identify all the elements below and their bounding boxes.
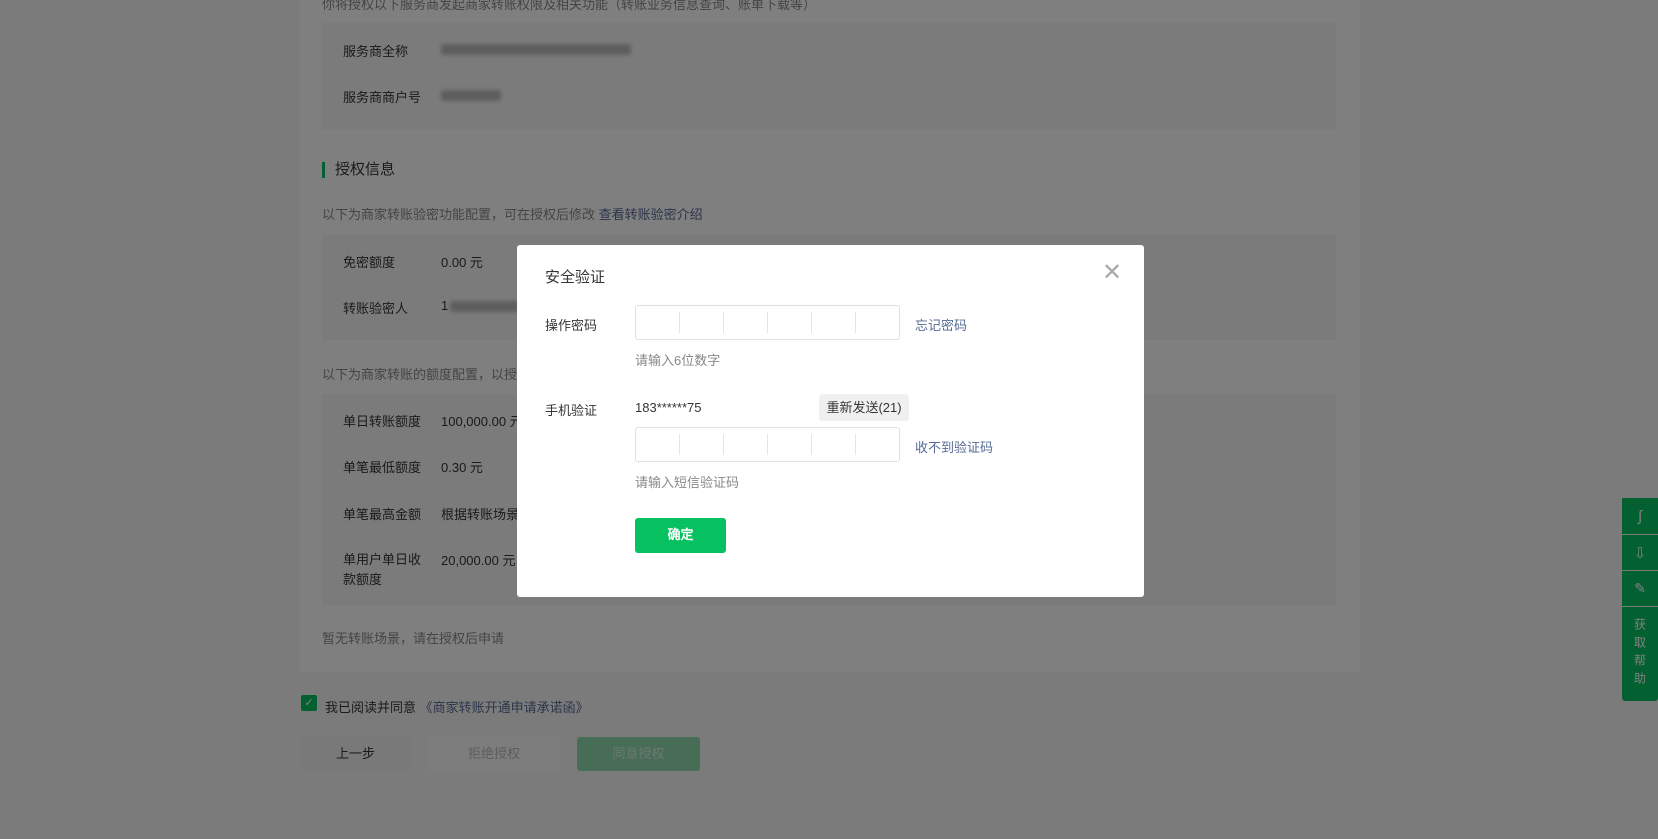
- close-icon[interactable]: ✕: [1102, 261, 1122, 285]
- resend-button[interactable]: 重新发送(21): [819, 394, 909, 421]
- phone-label: 手机验证: [545, 403, 598, 418]
- no-code-link[interactable]: 收不到验证码: [915, 437, 993, 456]
- sms-hint: 请输入短信验证码: [635, 475, 740, 490]
- password-input[interactable]: [635, 305, 900, 340]
- forgot-password-link[interactable]: 忘记密码: [915, 315, 967, 334]
- password-label: 操作密码: [545, 318, 598, 333]
- password-hint: 请输入6位数字: [635, 353, 721, 368]
- dialog-title: 安全验证: [545, 269, 606, 286]
- confirm-button[interactable]: 确定: [635, 518, 726, 553]
- sms-code-input[interactable]: [635, 427, 900, 462]
- phone-number: 183******75: [635, 400, 702, 415]
- security-dialog: 安全验证 ✕ 操作密码 忘记密码 请输入6位数字 手机验证 183******7…: [517, 245, 1144, 597]
